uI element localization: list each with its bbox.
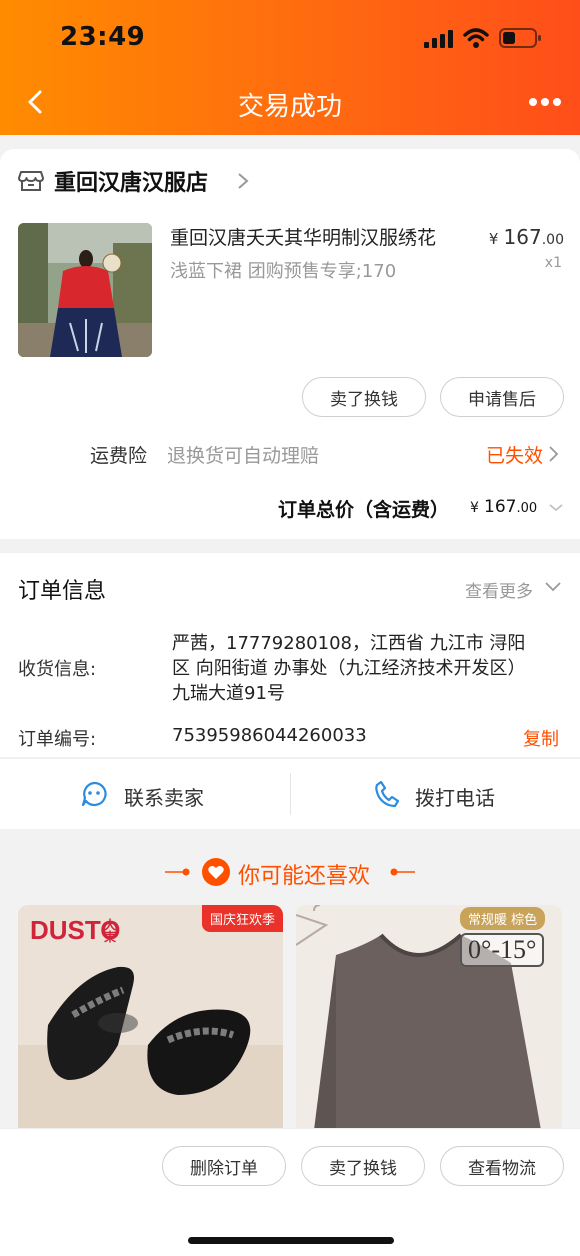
total-label: 订单总价（含运费）	[278, 499, 450, 521]
promo-badge: 国庆狂欢季	[201, 905, 283, 932]
chevron-down-icon[interactable]	[548, 503, 564, 513]
product-sku: 浅蓝下裙 团购预售专享;170	[170, 261, 397, 282]
delete-order-button[interactable]: 删除订单	[162, 1146, 286, 1186]
product-price: ¥ 167.00	[488, 225, 564, 249]
recommend-item-sweater[interactable]: 常规暖 棕色 0°-15°	[296, 905, 562, 1130]
call-phone-button[interactable]: 拨打电话	[291, 759, 580, 829]
warmth-badge: 常规暖 棕色	[460, 907, 546, 930]
recommend-title: 你可能还喜欢	[238, 864, 371, 889]
recommend-item-shoes[interactable]: DUSTO 大東 国庆狂欢季	[18, 905, 283, 1130]
decor-line-left	[165, 868, 190, 876]
order-info-card: 订单信息 查看更多 收货信息: 严茜，17779280108，江西省 九江市 浔…	[0, 553, 580, 757]
product-image[interactable]	[18, 223, 152, 357]
signal-icon	[424, 30, 453, 48]
phone-icon	[375, 780, 400, 808]
recommend-header: 你可能还喜欢	[0, 850, 580, 894]
product-title[interactable]: 重回汉唐夭夭其华明制汉服绣花	[170, 223, 436, 250]
home-indicator	[188, 1237, 394, 1244]
address-text: 严茜，17779280108，江西省 九江市 浔阳 区 向阳街道 办事处（九江经…	[172, 633, 526, 704]
chevron-right-icon[interactable]	[548, 445, 560, 463]
insurance-status[interactable]: 已失效	[486, 441, 543, 468]
decor-line-right	[390, 868, 415, 876]
order-no-label: 订单编号:	[18, 729, 97, 750]
order-no: 75395986044260033	[172, 725, 367, 746]
view-more-link[interactable]: 查看更多	[465, 577, 533, 602]
chat-icon	[81, 781, 107, 807]
temperature-label: 0°-15°	[460, 933, 545, 967]
shop-icon	[18, 171, 44, 191]
contact-row: 联系卖家 拨打电话	[0, 758, 580, 829]
page-title: 交易成功	[237, 92, 342, 122]
brand-logo-cn: 大東	[104, 918, 117, 944]
chevron-right-icon[interactable]	[236, 171, 250, 191]
heart-icon	[202, 858, 230, 886]
insurance-label: 运费险	[90, 445, 148, 467]
battery-icon	[499, 28, 541, 48]
insurance-desc: 退换货可自动理赔	[167, 445, 320, 467]
chevron-down-icon[interactable]	[543, 580, 563, 594]
wifi-icon	[463, 28, 489, 48]
contact-seller-button[interactable]: 联系卖家	[0, 759, 290, 829]
more-icon[interactable]	[528, 94, 562, 110]
address-label: 收货信息:	[18, 659, 97, 680]
product-qty: x1	[544, 255, 562, 271]
sell-button[interactable]: 卖了换钱	[302, 377, 426, 417]
bottom-bar: 删除订单 卖了换钱 查看物流	[0, 1128, 580, 1256]
shop-name[interactable]: 重回汉唐汉服店	[54, 165, 208, 197]
view-logistics-button[interactable]: 查看物流	[440, 1146, 564, 1186]
call-phone-label: 拨打电话	[415, 786, 495, 810]
contact-seller-label: 联系卖家	[124, 786, 204, 810]
order-card: 重回汉唐汉服店 重回汉唐夭夭其华明制汉服绣花 浅蓝下裙 团购预售专享;170 ¥…	[0, 149, 580, 539]
order-info-title: 订单信息	[18, 579, 107, 604]
status-time: 23:49	[60, 22, 146, 52]
total-price: ¥ 167.00	[470, 497, 538, 517]
after-sale-button[interactable]: 申请售后	[440, 377, 564, 417]
copy-button[interactable]: 复制	[523, 725, 559, 751]
sell-button-bottom[interactable]: 卖了换钱	[301, 1146, 425, 1186]
header: 23:49 交易成功	[0, 0, 580, 135]
